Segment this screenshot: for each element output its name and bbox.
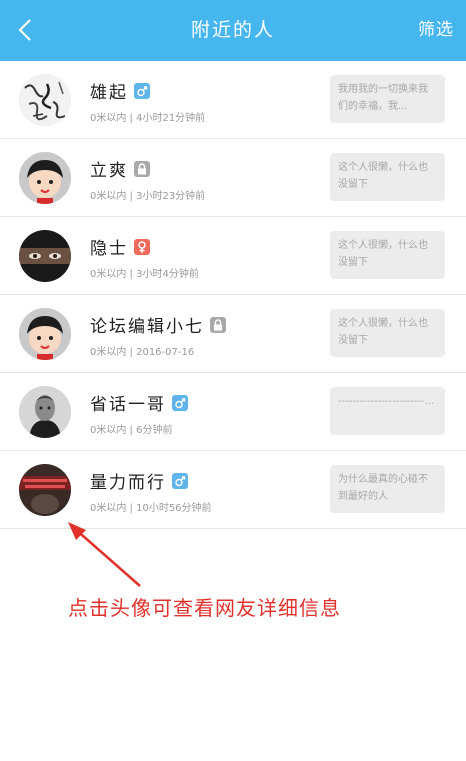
nearby-people-list: 雄起 0米以内 | 4小时21分钟前 我用我的一切换来我们的幸福，我... 立爽… <box>0 61 466 529</box>
distance-time: 0米以内 | 4小时21分钟前 <box>90 113 206 124</box>
user-name: 雄起 <box>90 78 150 103</box>
annotation-arrow-icon <box>68 522 141 587</box>
male-badge <box>172 395 188 411</box>
avatar[interactable] <box>19 230 71 282</box>
list-item[interactable]: 隐士 0米以内 | 3小时4分钟前 这个人很懒，什么也没留下 <box>0 217 466 295</box>
page-title: 附近的人 <box>190 19 275 41</box>
male-badge <box>134 83 150 99</box>
distance-time: 0米以内 | 3小时23分钟前 <box>90 191 206 202</box>
private-badge <box>134 161 150 177</box>
private-badge <box>210 317 226 333</box>
female-badge <box>134 239 150 255</box>
user-name: 隐士 <box>90 234 150 259</box>
signature-bubble: 这个人很懒，什么也没留下 <box>330 309 445 357</box>
signature-bubble: 这个人很懒，什么也没留下 <box>330 153 445 201</box>
avatar[interactable] <box>19 152 71 204</box>
user-name: 量力而行 <box>90 468 188 493</box>
list-item[interactable]: 论坛编辑小七 0米以内 | 2016-07-16 这个人很懒，什么也没留下 <box>0 295 466 373</box>
user-name: 省话一哥 <box>90 390 188 415</box>
signature-bubble: 为什么最真的心碰不到最好的人 <box>330 465 445 513</box>
user-name: 论坛编辑小七 <box>90 312 226 337</box>
avatar[interactable] <box>19 74 71 126</box>
list-item[interactable]: 立爽 0米以内 | 3小时23分钟前 这个人很懒，什么也没留下 <box>0 139 466 217</box>
user-name: 立爽 <box>90 156 150 181</box>
male-icon <box>137 86 148 97</box>
annotation-text: 点击头像可查看网友详细信息 <box>68 596 341 620</box>
avatar[interactable] <box>19 386 71 438</box>
male-icon <box>175 476 186 487</box>
signature-bubble: 我用我的一切换来我们的幸福，我... <box>330 75 445 123</box>
male-icon <box>175 398 186 409</box>
signature-bubble: ------------------------... <box>330 387 445 435</box>
lock-icon <box>214 319 222 331</box>
female-icon <box>138 241 146 253</box>
male-badge <box>172 473 188 489</box>
distance-time: 0米以内 | 2016-07-16 <box>90 347 195 358</box>
avatar[interactable] <box>19 308 71 360</box>
list-item[interactable]: 雄起 0米以内 | 4小时21分钟前 我用我的一切换来我们的幸福，我... <box>0 61 466 139</box>
filter-button[interactable]: 筛选 <box>418 0 454 61</box>
signature-bubble: 这个人很懒，什么也没留下 <box>330 231 445 279</box>
top-bar: 附近的人 筛选 <box>0 0 466 61</box>
list-item[interactable]: 量力而行 0米以内 | 10小时56分钟前 为什么最真的心碰不到最好的人 <box>0 451 466 529</box>
distance-time: 0米以内 | 3小时4分钟前 <box>90 269 199 280</box>
avatar[interactable] <box>19 464 71 516</box>
list-item[interactable]: 省话一哥 0米以内 | 6分钟前 -----------------------… <box>0 373 466 451</box>
distance-time: 0米以内 | 6分钟前 <box>90 425 173 436</box>
lock-icon <box>138 163 146 175</box>
distance-time: 0米以内 | 10小时56分钟前 <box>90 503 212 514</box>
